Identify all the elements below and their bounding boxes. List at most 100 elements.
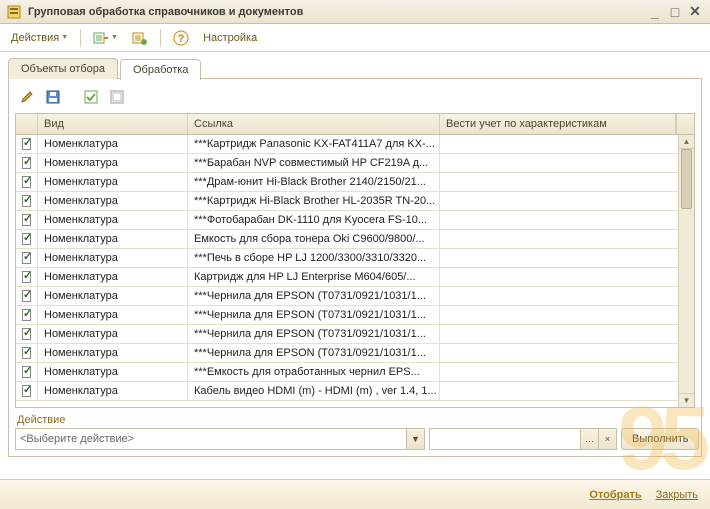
data-grid: Вид Ссылка Вести учет по характеристикам…	[15, 113, 695, 408]
row-checkbox-cell[interactable]	[16, 306, 38, 324]
table-row[interactable]: НоменклатураКабель видео HDMI (m) - HDMI…	[16, 382, 694, 401]
help-button[interactable]: ?	[168, 27, 194, 49]
chevron-down-icon: ▼	[61, 34, 68, 41]
app-icon	[6, 4, 22, 20]
col-characteristics[interactable]: Вести учет по характеристикам	[440, 114, 676, 134]
row-checkbox-cell[interactable]	[16, 344, 38, 362]
row-link: ***Картридж Panasonic KX-FAT411A7 для KX…	[188, 135, 440, 153]
value-lookup-button[interactable]: …	[581, 428, 599, 450]
checkbox[interactable]	[22, 176, 31, 188]
open-list-button[interactable]: ▼	[88, 27, 123, 49]
window-title: Групповая обработка справочников и докум…	[28, 6, 644, 18]
table-row[interactable]: Номенклатура***Чернила для EPSON (T0731/…	[16, 344, 694, 363]
row-char	[440, 173, 694, 191]
vertical-scrollbar[interactable]: ▲ ▼	[678, 135, 694, 407]
row-kind: Номенклатура	[38, 287, 188, 305]
save-button[interactable]	[43, 87, 63, 107]
action-input[interactable]	[15, 428, 407, 450]
minimize-button[interactable]: _	[646, 4, 664, 20]
row-kind: Номенклатура	[38, 306, 188, 324]
row-checkbox-cell[interactable]	[16, 382, 38, 400]
col-scroll-spacer	[676, 114, 694, 134]
execute-button[interactable]: Выполнить	[621, 428, 699, 450]
checkbox[interactable]	[22, 385, 31, 397]
row-checkbox-cell[interactable]	[16, 363, 38, 381]
row-checkbox-cell[interactable]	[16, 249, 38, 267]
col-kind[interactable]: Вид	[38, 114, 188, 134]
row-checkbox-cell[interactable]	[16, 192, 38, 210]
checkbox[interactable]	[22, 290, 31, 302]
checkbox[interactable]	[22, 214, 31, 226]
table-row[interactable]: Номенклатура***Печь в сборе HP LJ 1200/3…	[16, 249, 694, 268]
table-row[interactable]: Номенклатура***Картридж Hi-Black Brother…	[16, 192, 694, 211]
row-link: ***Барабан NVP совместимый HP CF219A д..…	[188, 154, 440, 172]
row-kind: Номенклатура	[38, 192, 188, 210]
check-all-button[interactable]	[81, 87, 101, 107]
edit-button[interactable]	[17, 87, 37, 107]
table-row[interactable]: НоменклатураКартридж для HP LJ Enterpris…	[16, 268, 694, 287]
table-row[interactable]: Номенклатура***Емкость для отработанных …	[16, 363, 694, 382]
action-combo[interactable]: ▼	[15, 428, 425, 450]
row-checkbox-cell[interactable]	[16, 154, 38, 172]
checkbox[interactable]	[22, 157, 31, 169]
table-row[interactable]: Номенклатура***Чернила для EPSON (T0731/…	[16, 306, 694, 325]
row-link: ***Драм-юнит Hi-Black Brother 2140/2150/…	[188, 173, 440, 191]
grid-body: Номенклатура***Картридж Panasonic KX-FAT…	[16, 135, 694, 407]
scroll-up-arrow[interactable]: ▲	[679, 135, 694, 149]
list-open-icon	[93, 30, 109, 46]
checkbox[interactable]	[22, 195, 31, 207]
combo-dropdown-button[interactable]: ▼	[407, 428, 425, 450]
row-link: ***Чернила для EPSON (T0731/0921/1031/1.…	[188, 306, 440, 324]
settings-button[interactable]: Настройка	[198, 29, 262, 47]
save-list-button[interactable]	[127, 27, 153, 49]
checkbox[interactable]	[22, 233, 31, 245]
table-row[interactable]: Номенклатура***Драм-юнит Hi-Black Brothe…	[16, 173, 694, 192]
row-kind: Номенклатура	[38, 154, 188, 172]
row-kind: Номенклатура	[38, 230, 188, 248]
row-checkbox-cell[interactable]	[16, 173, 38, 191]
row-checkbox-cell[interactable]	[16, 287, 38, 305]
close-link[interactable]: Закрыть	[656, 489, 698, 501]
row-checkbox-cell[interactable]	[16, 135, 38, 153]
checkbox[interactable]	[22, 252, 31, 264]
checkbox[interactable]	[22, 309, 31, 321]
table-row[interactable]: Номенклатура***Чернила для EPSON (T0731/…	[16, 325, 694, 344]
checkbox[interactable]	[22, 138, 31, 150]
table-row[interactable]: Номенклатура***Картридж Panasonic KX-FAT…	[16, 135, 694, 154]
row-char	[440, 249, 694, 267]
row-char	[440, 306, 694, 324]
checkbox[interactable]	[22, 366, 31, 378]
maximize-button[interactable]: □	[666, 4, 684, 20]
close-window-button[interactable]: ✕	[686, 4, 704, 20]
action-value-input[interactable]	[429, 428, 581, 450]
scroll-thumb[interactable]	[681, 149, 692, 209]
row-checkbox-cell[interactable]	[16, 230, 38, 248]
table-row[interactable]: НоменклатураЕмкость для сбора тонера Oki…	[16, 230, 694, 249]
row-kind: Номенклатура	[38, 325, 188, 343]
select-link[interactable]: Отобрать	[589, 489, 641, 501]
table-row[interactable]: Номенклатура***Фотобарабан DK-1110 для K…	[16, 211, 694, 230]
uncheck-all-button[interactable]	[107, 87, 127, 107]
row-link: Кабель видео HDMI (m) - HDMI (m) , ver 1…	[188, 382, 440, 400]
tab-processing[interactable]: Обработка	[120, 59, 201, 80]
separator	[80, 29, 81, 47]
checkbox[interactable]	[22, 328, 31, 340]
row-link: ***Чернила для EPSON (T0731/0921/1031/1.…	[188, 325, 440, 343]
row-char	[440, 230, 694, 248]
table-row[interactable]: Номенклатура***Барабан NVP совместимый H…	[16, 154, 694, 173]
col-check[interactable]	[16, 114, 38, 134]
row-checkbox-cell[interactable]	[16, 211, 38, 229]
footer-bar: Отобрать Закрыть	[0, 479, 710, 509]
scroll-down-arrow[interactable]: ▼	[679, 393, 694, 407]
row-checkbox-cell[interactable]	[16, 268, 38, 286]
table-row[interactable]: Номенклатура***Чернила для EPSON (T0731/…	[16, 287, 694, 306]
action-section-label: Действие	[17, 414, 695, 426]
checkbox[interactable]	[22, 347, 31, 359]
col-link[interactable]: Ссылка	[188, 114, 440, 134]
row-checkbox-cell[interactable]	[16, 325, 38, 343]
action-value-box[interactable]: … ×	[429, 428, 617, 450]
checkbox[interactable]	[22, 271, 31, 283]
actions-menu[interactable]: Действия ▼	[6, 29, 73, 47]
tab-selection[interactable]: Объекты отбора	[8, 58, 118, 79]
value-clear-button[interactable]: ×	[599, 428, 617, 450]
